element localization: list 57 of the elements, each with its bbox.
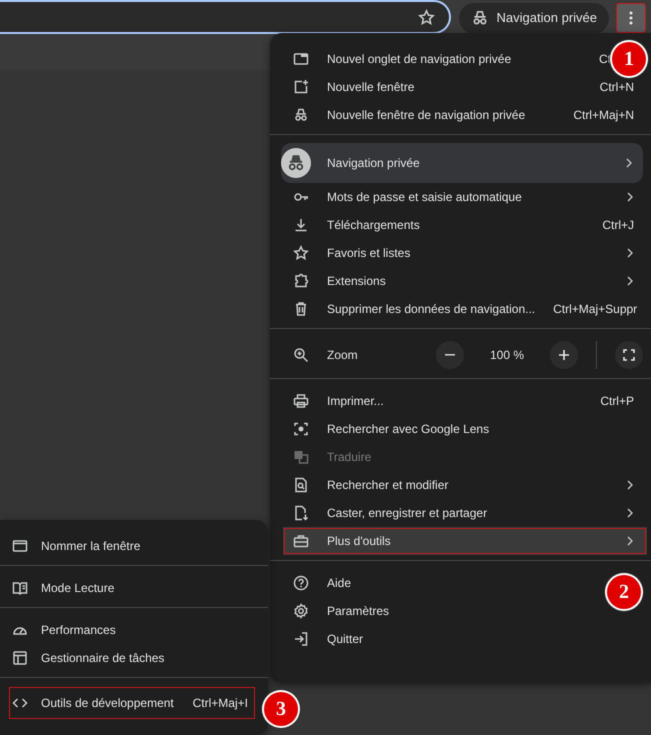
incognito-icon: [470, 9, 489, 27]
new-window-icon: [293, 79, 309, 95]
table-icon: [12, 650, 28, 666]
menu-item[interactable]: Nouvelle fenêtre de navigation privée Ctrl+Maj+N: [270, 101, 651, 129]
menu-item[interactable]: Nouvelle fenêtre Ctrl+N: [270, 73, 651, 101]
cast-page-icon: [293, 505, 309, 521]
star-icon: [293, 245, 309, 261]
menu-item[interactable]: Outils de développement Ctrl+Maj+I: [8, 686, 256, 720]
camera-icon: [293, 421, 309, 437]
window-icon: [12, 538, 28, 554]
menu-item[interactable]: Aide: [270, 569, 605, 597]
menu-item[interactable]: Favoris et listes: [270, 239, 651, 267]
fullscreen-icon: [623, 349, 635, 361]
zoom-icon: [293, 347, 309, 363]
book-icon: [12, 580, 28, 596]
trash-icon: [293, 301, 309, 317]
fullscreen-button[interactable]: [615, 341, 643, 369]
minus-icon: [445, 354, 455, 356]
menu-item[interactable]: Quitter: [270, 625, 651, 653]
help-icon: [293, 575, 309, 591]
translate-icon: [293, 449, 309, 465]
menu-item[interactable]: Rechercher avec Google Lens: [270, 415, 651, 443]
menu-item[interactable]: Mots de passe et saisie automatique: [270, 183, 651, 211]
step-badge: 3: [264, 692, 298, 726]
menu-item[interactable]: Plus d'outils: [283, 527, 647, 555]
incognito-icon: [293, 107, 309, 123]
step-badge: 1: [612, 42, 646, 76]
plus-icon: [559, 350, 569, 360]
menu-item[interactable]: Navigation privée: [281, 143, 643, 183]
step-badge: 2: [607, 575, 641, 609]
tab-icon: [293, 51, 309, 67]
menu-item[interactable]: Supprimer les données de navigation... Ctrl+Maj+Suppr: [270, 295, 651, 323]
menu-item[interactable]: Nommer la fenêtre: [0, 532, 268, 560]
exit-icon: [293, 631, 309, 647]
menu-label: Zoom: [327, 347, 359, 364]
menu-item[interactable]: Gestionnaire de tâches: [0, 644, 268, 672]
printer-icon: [293, 393, 309, 409]
menu-item[interactable]: Caster, enregistrer et partager: [270, 499, 651, 527]
menu-item[interactable]: Téléchargements Ctrl+J: [270, 211, 651, 239]
download-icon: [293, 217, 309, 233]
zoom-level: 100 %: [488, 347, 526, 364]
settings-icon: [293, 603, 309, 619]
toolbox-icon: [293, 533, 309, 549]
find-page-icon: [293, 477, 309, 493]
more-icon: [629, 11, 633, 25]
menu-item[interactable]: Performances: [0, 616, 268, 644]
puzzle-icon: [293, 273, 309, 289]
zoom-in-button[interactable]: [550, 341, 578, 369]
menu-item[interactable]: Extensions: [270, 267, 651, 295]
menu-button[interactable]: [617, 4, 645, 32]
incognito-avatar-icon: [281, 148, 311, 178]
menu-item[interactable]: Imprimer... Ctrl+P: [270, 387, 651, 415]
address-bar[interactable]: [0, 0, 451, 34]
menu-item[interactable]: Rechercher et modifier: [270, 471, 651, 499]
profile-chip[interactable]: Navigation privée: [458, 2, 609, 34]
menu-item[interactable]: Mode Lecture: [0, 574, 268, 602]
star-icon: [418, 8, 435, 26]
